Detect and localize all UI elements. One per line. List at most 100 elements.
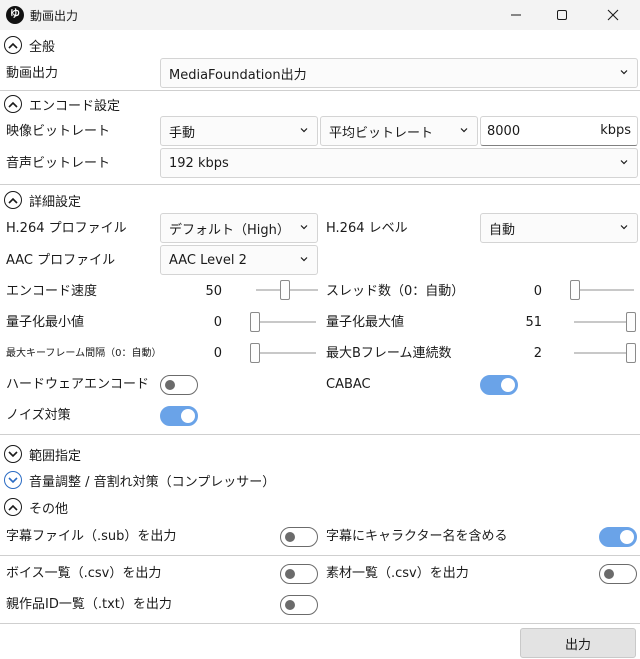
- material-list-toggle[interactable]: [599, 564, 637, 584]
- select-value: MediaFoundation出力: [169, 67, 307, 83]
- bframes-label: 最大Bフレーム連続数: [326, 346, 452, 361]
- noise-label: ノイズ対策: [6, 408, 71, 423]
- section-advanced[interactable]: 詳細設定: [4, 190, 81, 210]
- keyframe-interval-label: 最大キーフレーム間隔（0：自動）: [6, 348, 162, 359]
- cabac-toggle[interactable]: [480, 375, 518, 395]
- section-title: 全般: [29, 39, 56, 55]
- qmax-label: 量子化最大値: [326, 315, 405, 330]
- divider: [0, 623, 640, 624]
- select-value: 手動: [169, 125, 196, 141]
- section-general[interactable]: 全般: [4, 35, 55, 55]
- subtitle-character-toggle[interactable]: [599, 527, 637, 547]
- chevron-down-icon: [4, 471, 22, 489]
- encode-speed-slider[interactable]: [256, 280, 318, 300]
- section-title: 音量調整 / 音割れ対策（コンプレッサー）: [29, 474, 276, 490]
- section-title: 詳細設定: [29, 194, 82, 210]
- bframes-value: 2: [533, 346, 542, 361]
- section-range[interactable]: 範囲指定: [4, 444, 81, 464]
- audio-bitrate-select[interactable]: 192 kbps: [160, 148, 638, 178]
- app-icon: ゆ: [6, 6, 24, 24]
- qmin-value: 0: [213, 315, 222, 330]
- toggle-knob: [165, 380, 175, 390]
- video-bitrate-type-select[interactable]: 平均ビットレート: [320, 116, 478, 146]
- subtitle-character-label: 字幕にキャラクター名を含める: [326, 529, 508, 544]
- slider-thumb[interactable]: [250, 343, 260, 363]
- output-label: 動画出力: [6, 66, 59, 81]
- cabac-label: CABAC: [326, 377, 371, 392]
- divider: [0, 90, 640, 91]
- encode-speed-label: エンコード速度: [6, 284, 98, 299]
- keyframe-interval-value: 0: [213, 346, 222, 361]
- bframes-slider[interactable]: [574, 343, 636, 363]
- select-value: 自動: [489, 222, 516, 238]
- h264-profile-select[interactable]: デフォルト（High）: [160, 213, 318, 243]
- material-list-label: 素材一覧（.csv）を出力: [326, 566, 469, 581]
- voice-list-label: ボイス一覧（.csv）を出力: [6, 566, 162, 581]
- chevron-down-icon: [620, 160, 628, 165]
- chevron-down-icon: [300, 257, 308, 262]
- select-value: 平均ビットレート: [329, 125, 434, 141]
- section-encode[interactable]: エンコード設定: [4, 94, 120, 114]
- toggle-knob: [604, 569, 614, 579]
- title-bar: ゆ 動画出力: [0, 0, 640, 30]
- toggle-knob: [181, 409, 195, 423]
- aac-profile-select[interactable]: AAC Level 2: [160, 245, 318, 275]
- toggle-knob: [620, 530, 634, 544]
- section-title: 範囲指定: [29, 448, 82, 464]
- video-bitrate-input[interactable]: 8000 kbps: [480, 116, 638, 146]
- video-bitrate-mode-select[interactable]: 手動: [160, 116, 318, 146]
- qmin-label: 量子化最小値: [6, 315, 85, 330]
- toggle-knob: [285, 532, 295, 542]
- parent-work-list-label: 親作品ID一覧（.txt）を出力: [6, 597, 172, 612]
- chevron-down-icon: [620, 70, 628, 75]
- slider-thumb[interactable]: [626, 312, 636, 332]
- divider: [0, 555, 640, 556]
- hw-encode-toggle[interactable]: [160, 375, 198, 395]
- h264-level-select[interactable]: 自動: [480, 213, 638, 243]
- output-format-select[interactable]: MediaFoundation出力: [160, 58, 638, 88]
- slider-thumb[interactable]: [280, 280, 290, 300]
- qmax-slider[interactable]: [574, 312, 636, 332]
- h264-profile-label: H.264 プロファイル: [6, 221, 127, 236]
- minimize-button[interactable]: [493, 0, 539, 30]
- section-volume[interactable]: 音量調整 / 音割れ対策（コンプレッサー）: [4, 470, 275, 490]
- select-value: デフォルト（High）: [169, 222, 290, 238]
- encode-speed-value: 50: [205, 284, 222, 299]
- slider-thumb[interactable]: [250, 312, 260, 332]
- output-button[interactable]: 出力: [520, 628, 636, 658]
- chevron-down-icon: [300, 225, 308, 230]
- hw-encode-label: ハードウェアエンコード: [6, 377, 150, 392]
- divider: [0, 434, 640, 435]
- select-value: AAC Level 2: [169, 252, 247, 268]
- chevron-up-icon: [4, 191, 22, 209]
- h264-level-label: H.264 レベル: [326, 221, 408, 236]
- subtitle-output-toggle[interactable]: [280, 527, 318, 547]
- video-bitrate-label: 映像ビットレート: [6, 124, 111, 139]
- qmin-slider[interactable]: [250, 312, 316, 332]
- chevron-up-icon: [4, 95, 22, 113]
- voice-list-toggle[interactable]: [280, 564, 318, 584]
- chevron-down-icon: [620, 225, 628, 230]
- bitrate-unit: kbps: [600, 123, 631, 138]
- thread-count-slider[interactable]: [570, 280, 634, 300]
- thread-count-label: スレッド数（0：自動）: [326, 284, 465, 299]
- slider-thumb[interactable]: [570, 280, 580, 300]
- section-other[interactable]: その他: [4, 497, 68, 517]
- parent-work-list-toggle[interactable]: [280, 595, 318, 615]
- chevron-down-icon: [4, 445, 22, 463]
- maximize-button[interactable]: [539, 0, 585, 30]
- chevron-down-icon: [300, 128, 308, 133]
- chevron-up-icon: [4, 498, 22, 516]
- toggle-knob: [501, 378, 515, 392]
- qmax-value: 51: [525, 315, 542, 330]
- close-icon: [607, 9, 619, 21]
- thread-count-value: 0: [533, 284, 542, 299]
- slider-thumb[interactable]: [626, 343, 636, 363]
- subtitle-output-label: 字幕ファイル（.sub）を出力: [6, 529, 177, 544]
- section-title: エンコード設定: [29, 98, 121, 114]
- toggle-knob: [285, 600, 295, 610]
- close-button[interactable]: [590, 0, 636, 30]
- keyframe-interval-slider[interactable]: [250, 343, 316, 363]
- noise-toggle[interactable]: [160, 406, 198, 426]
- select-value: 192 kbps: [169, 155, 229, 171]
